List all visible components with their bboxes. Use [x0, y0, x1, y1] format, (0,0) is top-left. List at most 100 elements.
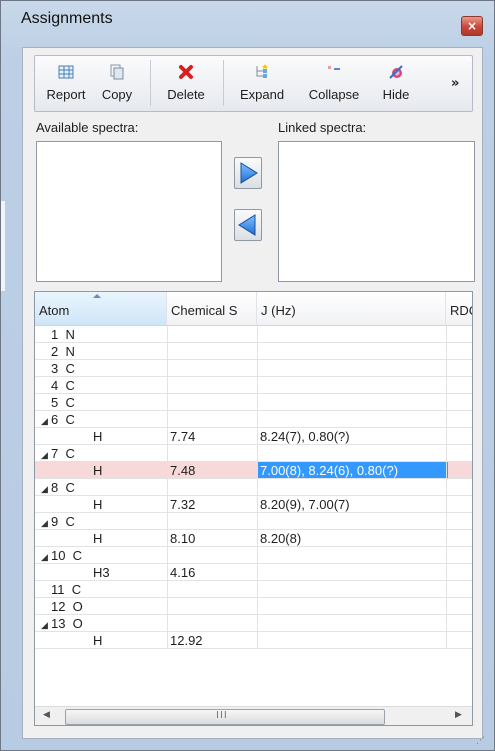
rdc-cell[interactable]: [446, 343, 472, 359]
rdc-cell[interactable]: [446, 479, 472, 495]
j-coupling-cell[interactable]: 8.20(8): [257, 530, 448, 546]
chemical-shift-cell[interactable]: 8.10: [167, 530, 259, 546]
rdc-cell[interactable]: [446, 615, 472, 631]
expand-toggle-icon[interactable]: ◢: [41, 617, 51, 631]
atom-cell[interactable]: ◢ 9 C: [35, 513, 172, 529]
atom-cell[interactable]: 11 C: [35, 581, 172, 597]
rdc-cell[interactable]: [446, 360, 472, 376]
j-coupling-cell[interactable]: 8.20(9), 7.00(7): [257, 496, 448, 512]
table-row[interactable]: H3 4.16: [35, 564, 472, 581]
j-coupling-cell[interactable]: [257, 581, 448, 597]
rdc-cell[interactable]: [446, 581, 472, 597]
j-coupling-cell[interactable]: [257, 360, 448, 376]
scroll-left-icon[interactable]: ◀: [43, 710, 50, 720]
scrollbar-thumb[interactable]: III: [65, 709, 385, 725]
expand-button[interactable]: Expand: [231, 60, 293, 106]
title-bar[interactable]: Assignments ×: [1, 1, 494, 37]
column-header-atom[interactable]: Atom: [35, 292, 167, 325]
rdc-cell[interactable]: [446, 564, 472, 580]
table-row[interactable]: H 7.48 7.00(8), 8.24(6), 0.80(?): [35, 462, 472, 479]
expand-toggle-icon[interactable]: ◢: [41, 481, 51, 495]
atom-cell[interactable]: ◢ 10 C: [35, 547, 172, 563]
atom-cell[interactable]: 3 C: [35, 360, 172, 376]
j-coupling-cell[interactable]: [257, 564, 448, 580]
chemical-shift-cell[interactable]: [167, 326, 259, 342]
atom-cell[interactable]: 1 N: [35, 326, 172, 342]
chemical-shift-cell[interactable]: [167, 360, 259, 376]
rdc-cell[interactable]: [446, 632, 472, 648]
expand-toggle-icon[interactable]: ◢: [41, 447, 51, 461]
chemical-shift-cell[interactable]: 4.16: [167, 564, 259, 580]
chemical-shift-cell[interactable]: [167, 445, 259, 461]
table-row[interactable]: 3 C: [35, 360, 472, 377]
rdc-cell[interactable]: [446, 428, 472, 444]
j-coupling-cell[interactable]: [257, 479, 448, 495]
j-coupling-cell[interactable]: [257, 615, 448, 631]
resize-grip-icon[interactable]: ⋰: [476, 736, 485, 746]
j-coupling-cell[interactable]: [257, 598, 448, 614]
rdc-cell[interactable]: [446, 513, 472, 529]
chemical-shift-cell[interactable]: [167, 513, 259, 529]
table-row[interactable]: H 7.74 8.24(7), 0.80(?): [35, 428, 472, 445]
column-header-rdc[interactable]: RDC: [446, 292, 472, 325]
linked-spectra-list[interactable]: [278, 141, 475, 282]
unlink-spectrum-button[interactable]: [234, 209, 262, 241]
rdc-cell[interactable]: [446, 496, 472, 512]
close-button[interactable]: ×: [461, 16, 483, 36]
j-coupling-cell[interactable]: [257, 632, 448, 648]
j-coupling-cell[interactable]: [257, 343, 448, 359]
horizontal-scrollbar[interactable]: ◀ III ▶: [35, 706, 472, 725]
atom-cell[interactable]: 4 C: [35, 377, 172, 393]
j-coupling-cell[interactable]: [257, 326, 448, 342]
j-coupling-cell[interactable]: [257, 513, 448, 529]
j-coupling-cell[interactable]: [257, 411, 448, 427]
chemical-shift-cell[interactable]: [167, 598, 259, 614]
atom-cell[interactable]: ◢ 6 C: [35, 411, 172, 427]
chemical-shift-cell[interactable]: [167, 377, 259, 393]
hide-button[interactable]: Hide: [373, 60, 419, 106]
column-header-j[interactable]: J (Hz): [257, 292, 446, 325]
chemical-shift-cell[interactable]: 7.32: [167, 496, 259, 512]
table-row[interactable]: ◢ 9 C: [35, 513, 472, 530]
chemical-shift-cell[interactable]: [167, 411, 259, 427]
table-row[interactable]: ◢ 7 C: [35, 445, 472, 462]
rdc-cell[interactable]: [446, 598, 472, 614]
chemical-shift-cell[interactable]: [167, 343, 259, 359]
table-row[interactable]: ◢ 8 C: [35, 479, 472, 496]
j-coupling-cell[interactable]: [257, 377, 448, 393]
collapse-button[interactable]: Collapse: [299, 60, 369, 106]
rdc-cell[interactable]: [446, 547, 472, 563]
atom-cell[interactable]: ◢ 7 C: [35, 445, 172, 461]
j-coupling-cell[interactable]: [257, 445, 448, 461]
j-coupling-cell[interactable]: 7.00(8), 8.24(6), 0.80(?): [257, 462, 448, 478]
chemical-shift-cell[interactable]: [167, 615, 259, 631]
table-row[interactable]: 1 N: [35, 326, 472, 343]
table-row[interactable]: 4 C: [35, 377, 472, 394]
atom-cell[interactable]: 12 O: [35, 598, 172, 614]
table-row[interactable]: H 12.92: [35, 632, 472, 649]
rdc-cell[interactable]: [446, 394, 472, 410]
table-row[interactable]: 2 N: [35, 343, 472, 360]
chemical-shift-cell[interactable]: [167, 581, 259, 597]
available-spectra-list[interactable]: [36, 141, 222, 282]
chemical-shift-cell[interactable]: 7.74: [167, 428, 259, 444]
rdc-cell[interactable]: [446, 530, 472, 546]
rdc-cell[interactable]: [446, 445, 472, 461]
copy-button[interactable]: Copy: [94, 60, 140, 106]
rdc-cell[interactable]: [446, 462, 472, 478]
column-header-chemical-shift[interactable]: Chemical S: [167, 292, 257, 325]
j-coupling-cell[interactable]: [257, 547, 448, 563]
table-row[interactable]: ◢ 6 C: [35, 411, 472, 428]
atom-cell[interactable]: 2 N: [35, 343, 172, 359]
chemical-shift-cell[interactable]: [167, 547, 259, 563]
chemical-shift-cell[interactable]: 12.92: [167, 632, 259, 648]
rdc-cell[interactable]: [446, 377, 472, 393]
j-coupling-cell[interactable]: [257, 394, 448, 410]
table-row[interactable]: ◢ 10 C: [35, 547, 472, 564]
table-row[interactable]: H 7.32 8.20(9), 7.00(7): [35, 496, 472, 513]
chemical-shift-cell[interactable]: [167, 394, 259, 410]
table-row[interactable]: 12 O: [35, 598, 472, 615]
expand-toggle-icon[interactable]: ◢: [41, 515, 51, 529]
table-row[interactable]: ◢ 13 O: [35, 615, 472, 632]
atom-cell[interactable]: ◢ 13 O: [35, 615, 172, 631]
